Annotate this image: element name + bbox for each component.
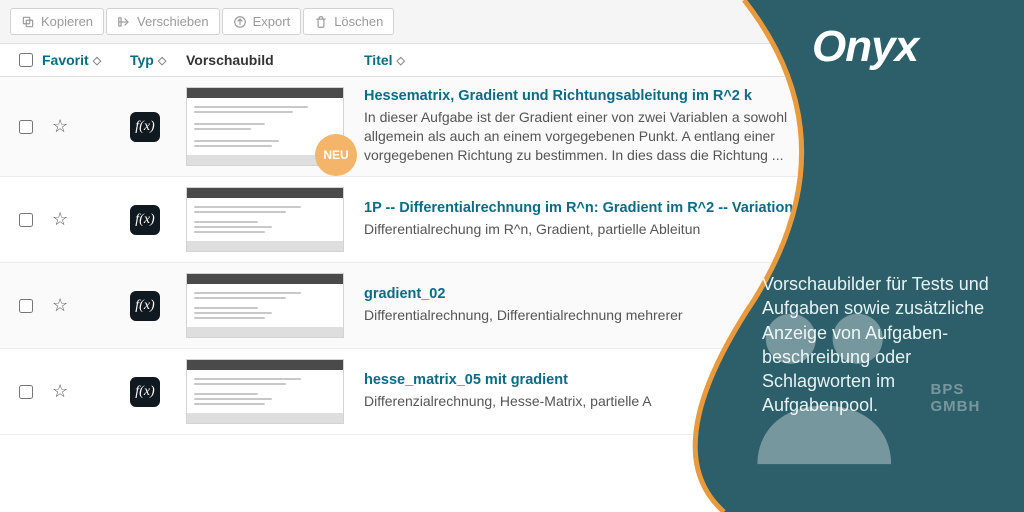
trash-icon bbox=[314, 15, 328, 29]
delete-button[interactable]: Löschen bbox=[303, 8, 394, 35]
table-header: Favorit◇ Typ◇ Vorschaubild Titel◇ bbox=[0, 44, 1024, 77]
row-title-link[interactable]: Hessematrix, Gradient und Richtungsablei… bbox=[364, 88, 1014, 104]
header-type[interactable]: Typ◇ bbox=[130, 52, 166, 68]
copy-label: Kopieren bbox=[41, 14, 93, 29]
table-body: ☆ f(x) NEU Hessematrix, Gradient und Richtu… bbox=[0, 77, 1024, 435]
row-title-link[interactable]: gradient_02 bbox=[364, 286, 1014, 302]
delete-label: Löschen bbox=[334, 14, 383, 29]
header-title[interactable]: Titel◇ bbox=[364, 52, 405, 68]
type-icon: f(x) bbox=[130, 205, 160, 235]
sort-icon: ◇ bbox=[158, 54, 166, 67]
row-description: Differentialrechnung, Differentialrechnu… bbox=[364, 306, 824, 325]
move-button[interactable]: Verschieben bbox=[106, 8, 220, 35]
table-row: ☆ f(x) gradient_02 Differentialrechnung, Di… bbox=[0, 263, 1024, 349]
favorite-star[interactable]: ☆ bbox=[52, 381, 68, 401]
row-description: In dieser Aufgabe ist der Gradient einer… bbox=[364, 108, 824, 165]
table-row: ☆ f(x) 1P -- Differentialrechnung im R^n: … bbox=[0, 177, 1024, 263]
header-thumbnail: Vorschaubild bbox=[186, 52, 274, 68]
sort-icon: ◇ bbox=[397, 54, 405, 67]
export-button[interactable]: Export bbox=[222, 8, 302, 35]
thumbnail[interactable] bbox=[186, 187, 344, 252]
row-description: Differenzialrechnung, Hesse-Matrix, part… bbox=[364, 392, 824, 411]
type-icon: f(x) bbox=[130, 291, 160, 321]
row-description: Differentialrechung im R^n, Gradient, pa… bbox=[364, 220, 824, 239]
move-icon bbox=[117, 15, 131, 29]
select-all-checkbox[interactable] bbox=[19, 53, 33, 67]
toolbar: Kopieren Verschieben Export Löschen bbox=[0, 0, 1024, 44]
export-icon bbox=[233, 15, 247, 29]
move-label: Verschieben bbox=[137, 14, 209, 29]
thumbnail[interactable]: NEU bbox=[186, 87, 344, 166]
type-icon: f(x) bbox=[130, 377, 160, 407]
row-title-link[interactable]: 1P -- Differentialrechnung im R^n: Gradi… bbox=[364, 200, 1014, 216]
table-row: ☆ f(x) hesse_matrix_05 mit gradient Differe… bbox=[0, 349, 1024, 435]
thumbnail[interactable] bbox=[186, 359, 344, 424]
copy-icon bbox=[21, 15, 35, 29]
export-label: Export bbox=[253, 14, 291, 29]
copy-button[interactable]: Kopieren bbox=[10, 8, 104, 35]
new-badge: NEU bbox=[315, 134, 357, 176]
header-favorite[interactable]: Favorit◇ bbox=[42, 52, 101, 68]
row-title-link[interactable]: hesse_matrix_05 mit gradient bbox=[364, 372, 1014, 388]
row-checkbox[interactable] bbox=[19, 385, 33, 399]
table-row: ☆ f(x) NEU Hessematrix, Gradient und Richtu… bbox=[0, 77, 1024, 177]
favorite-star[interactable]: ☆ bbox=[52, 209, 68, 229]
row-checkbox[interactable] bbox=[19, 120, 33, 134]
thumbnail[interactable] bbox=[186, 273, 344, 338]
favorite-star[interactable]: ☆ bbox=[52, 295, 68, 315]
row-checkbox[interactable] bbox=[19, 299, 33, 313]
sort-icon: ◇ bbox=[93, 54, 101, 67]
row-checkbox[interactable] bbox=[19, 213, 33, 227]
favorite-star[interactable]: ☆ bbox=[52, 116, 68, 136]
type-icon: f(x) bbox=[130, 112, 160, 142]
